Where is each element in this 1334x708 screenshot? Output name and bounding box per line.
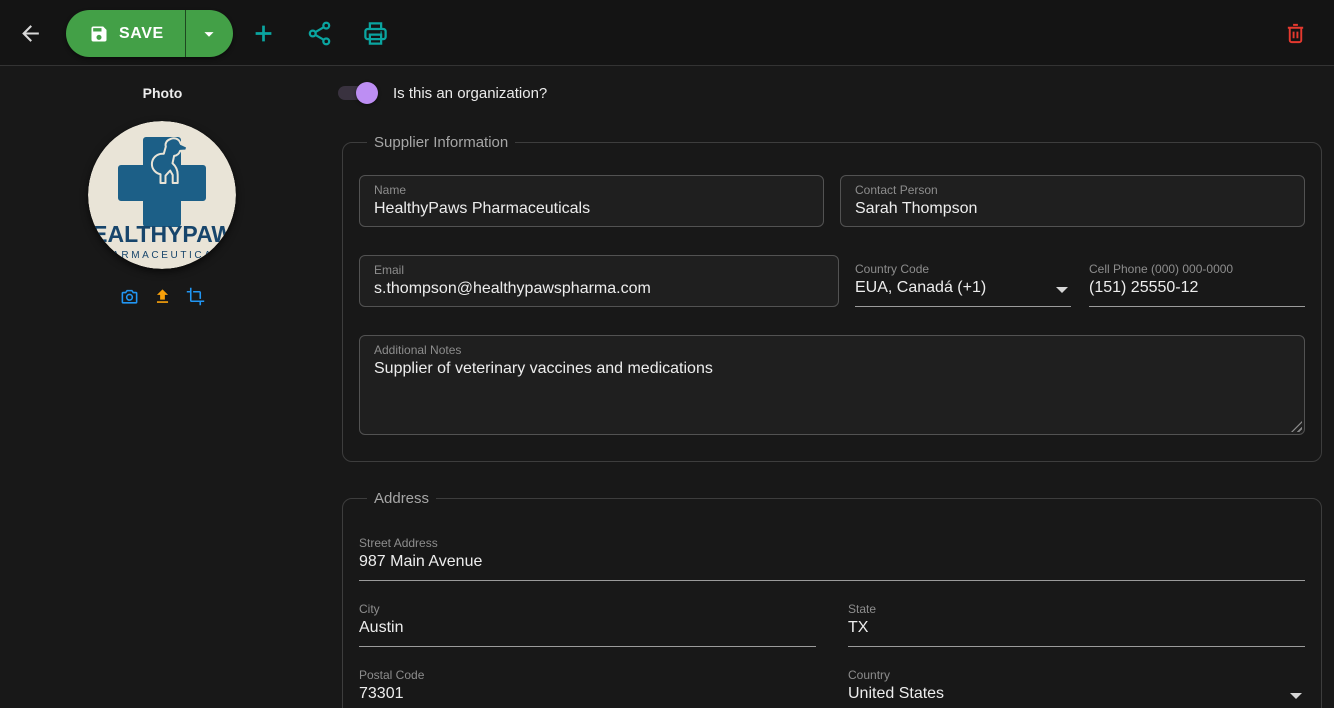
additional-notes-textarea[interactable]: Additional Notes Supplier of veterinary … bbox=[359, 335, 1305, 435]
country-select[interactable]: Country United States bbox=[848, 661, 1305, 708]
add-button[interactable] bbox=[250, 20, 277, 47]
postal-code-value: 73301 bbox=[359, 685, 816, 703]
address-section-legend: Address bbox=[367, 490, 436, 507]
city-field-value: Austin bbox=[359, 619, 816, 637]
toolbar: SAVE bbox=[0, 0, 1334, 66]
caret-down-icon bbox=[1290, 693, 1302, 699]
organization-toggle-label: Is this an organization? bbox=[393, 85, 547, 102]
crop-photo-button[interactable] bbox=[186, 287, 205, 306]
logo-wordmark: HEALTHYPAWS bbox=[88, 221, 236, 247]
email-field[interactable]: Email s.thompson@healthypawspharma.com bbox=[359, 255, 839, 307]
chevron-down-icon bbox=[198, 23, 220, 45]
country-field-label: Country bbox=[848, 668, 1305, 682]
contact-person-field-label: Contact Person bbox=[855, 183, 1290, 197]
save-icon bbox=[89, 24, 109, 44]
save-split-button: SAVE bbox=[66, 10, 233, 57]
email-field-label: Email bbox=[374, 263, 824, 277]
share-icon bbox=[306, 20, 333, 47]
state-field-label: State bbox=[848, 602, 1305, 616]
delete-button[interactable] bbox=[1284, 22, 1307, 45]
logo-subtext: PHARMACEUTICALS bbox=[93, 250, 231, 261]
take-photo-button[interactable] bbox=[120, 287, 139, 306]
trash-icon bbox=[1284, 22, 1307, 45]
camera-icon bbox=[120, 287, 139, 306]
additional-notes-label: Additional Notes bbox=[374, 343, 1290, 357]
textarea-resize-handle[interactable] bbox=[1291, 421, 1302, 432]
name-field-label: Name bbox=[374, 183, 809, 197]
cell-phone-label: Cell Phone (000) 000-0000 bbox=[1089, 262, 1305, 276]
arrow-left-icon bbox=[18, 21, 43, 46]
share-button[interactable] bbox=[306, 20, 333, 47]
save-button-label: SAVE bbox=[119, 25, 164, 43]
toggle-thumb bbox=[356, 82, 378, 104]
city-field-label: City bbox=[359, 602, 816, 616]
save-button[interactable]: SAVE bbox=[66, 10, 185, 57]
photo-actions bbox=[0, 287, 325, 306]
address-section: Address Street Address 987 Main Avenue C… bbox=[342, 490, 1322, 708]
caret-down-icon bbox=[1056, 287, 1068, 293]
supplier-information-section: Supplier Information Name HealthyPaws Ph… bbox=[342, 134, 1322, 462]
street-address-value: 987 Main Avenue bbox=[359, 553, 1305, 571]
photo-section-label: Photo bbox=[0, 85, 325, 101]
contact-person-field[interactable]: Contact Person Sarah Thompson bbox=[840, 175, 1305, 227]
city-field[interactable]: City Austin bbox=[359, 595, 816, 647]
postal-code-label: Postal Code bbox=[359, 668, 816, 682]
contact-person-field-value: Sarah Thompson bbox=[855, 200, 1290, 218]
supplier-logo-avatar[interactable]: HEALTHYPAWS PHARMACEUTICALS bbox=[88, 121, 236, 269]
upload-icon bbox=[153, 287, 172, 306]
organization-toggle[interactable] bbox=[338, 82, 376, 104]
street-address-field[interactable]: Street Address 987 Main Avenue bbox=[359, 529, 1305, 581]
healthypaws-logo: HEALTHYPAWS PHARMACEUTICALS bbox=[88, 121, 236, 269]
crop-icon bbox=[186, 287, 205, 306]
save-menu-button[interactable] bbox=[185, 10, 233, 57]
street-address-label: Street Address bbox=[359, 536, 1305, 550]
supplier-section-legend: Supplier Information bbox=[367, 134, 515, 151]
country-code-label: Country Code bbox=[855, 262, 1071, 276]
additional-notes-value: Supplier of veterinary vaccines and medi… bbox=[374, 360, 1290, 378]
back-button[interactable] bbox=[18, 21, 43, 46]
supplier-edit-page: SAVE bbox=[0, 0, 1334, 708]
cell-phone-field[interactable]: Cell Phone (000) 000-0000 (151) 25550-12 bbox=[1089, 255, 1305, 307]
country-field-value: United States bbox=[848, 685, 1305, 703]
email-field-value: s.thompson@healthypawspharma.com bbox=[374, 280, 824, 298]
name-field-value: HealthyPaws Pharmaceuticals bbox=[374, 200, 809, 218]
state-field[interactable]: State TX bbox=[848, 595, 1305, 647]
plus-icon bbox=[250, 20, 277, 47]
postal-code-field[interactable]: Postal Code 73301 bbox=[359, 661, 816, 708]
organization-toggle-row: Is this an organization? bbox=[338, 82, 547, 104]
print-button[interactable] bbox=[362, 20, 389, 47]
country-code-value: EUA, Canadá (+1) bbox=[855, 279, 1071, 297]
name-field[interactable]: Name HealthyPaws Pharmaceuticals bbox=[359, 175, 824, 227]
country-code-select[interactable]: Country Code EUA, Canadá (+1) bbox=[855, 255, 1071, 307]
cell-phone-value: (151) 25550-12 bbox=[1089, 279, 1305, 297]
upload-photo-button[interactable] bbox=[153, 287, 172, 306]
printer-icon bbox=[362, 20, 389, 47]
state-field-value: TX bbox=[848, 619, 1305, 637]
